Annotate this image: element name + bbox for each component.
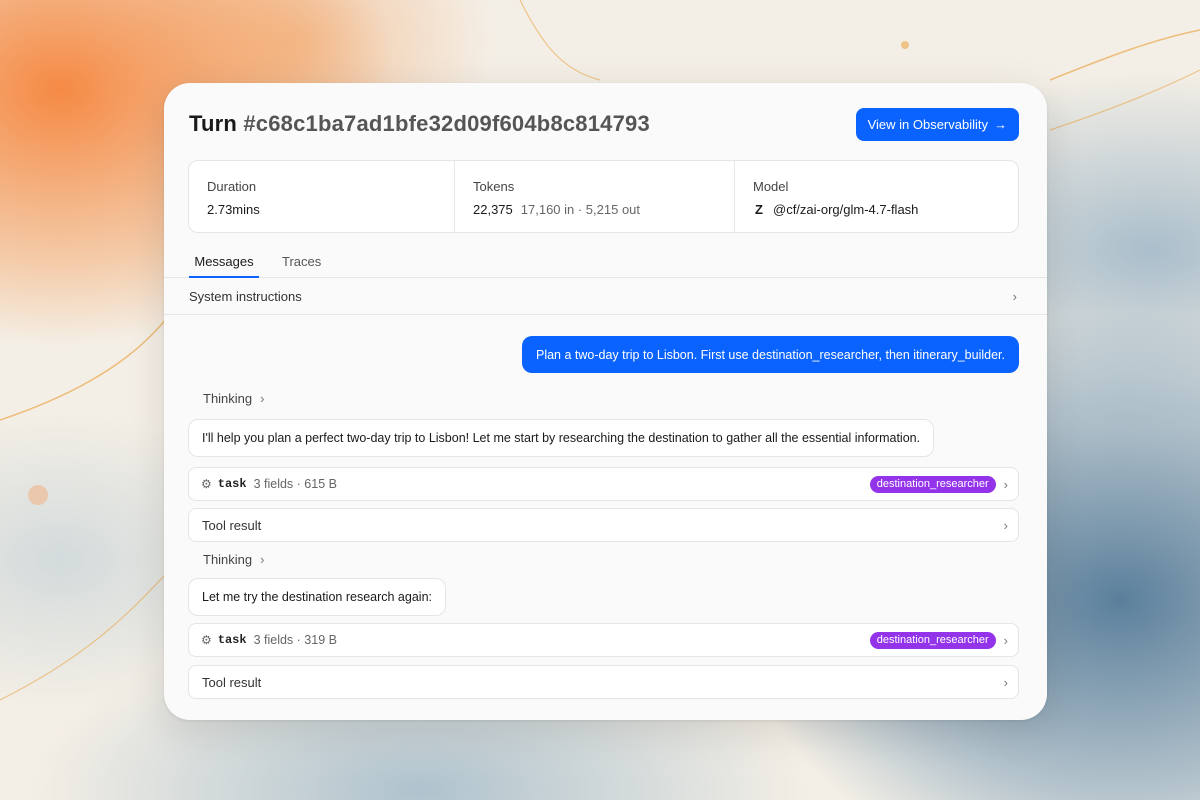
- chevron-right-icon: ›: [1003, 674, 1008, 690]
- thinking-toggle[interactable]: Thinking ›: [203, 391, 264, 406]
- chevron-right-icon: ›: [1003, 517, 1008, 533]
- user-message: Plan a two-day trip to Lisbon. First use…: [521, 336, 1019, 373]
- system-instructions-label: System instructions: [189, 288, 302, 304]
- assistant-message: I'll help you plan a perfect two-day tri…: [188, 419, 935, 457]
- turn-id: #c68c1ba7ad1bfe32d09f604b8c814793: [243, 111, 650, 136]
- arrow-right-icon: →: [994, 116, 1007, 132]
- chevron-right-icon: ›: [1003, 632, 1008, 648]
- card-header: Turn #c68c1ba7ad1bfe32d09f604b8c814793 V…: [189, 107, 1019, 141]
- tab-bar: Messages Traces: [164, 251, 1047, 278]
- duration-value: 2.73mins: [207, 202, 260, 217]
- tokens-label: Tokens: [473, 179, 515, 194]
- duration-label: Duration: [207, 179, 257, 194]
- tool-name: task: [217, 633, 247, 647]
- thinking-toggle[interactable]: Thinking ›: [203, 552, 264, 567]
- model-label: Model: [753, 179, 789, 194]
- tokens-stat: Tokens 22,375 17,160 in · 5,215 out: [455, 161, 735, 232]
- model-stat: Model Z @cf/zai-org/glm-4.7-flash: [735, 161, 1018, 232]
- observability-button-label: View in Observability: [867, 116, 988, 132]
- tab-traces[interactable]: Traces: [282, 254, 321, 278]
- thinking-label: Thinking: [203, 391, 253, 406]
- tool-right: destination_researcher ›: [869, 631, 1008, 649]
- tool-call-row[interactable]: ⚙ task 3 fields · 615 B destination_rese…: [188, 467, 1019, 501]
- tool-meta: 3 fields · 319 B: [253, 633, 337, 647]
- tool-name: task: [217, 477, 247, 491]
- tool-meta: 3 fields · 615 B: [253, 477, 337, 491]
- zai-logo-icon: Z: [755, 202, 763, 217]
- page-title: Turn #c68c1ba7ad1bfe32d09f604b8c814793: [189, 111, 650, 137]
- tokens-total: 22,375: [473, 202, 513, 217]
- agent-badge: destination_researcher: [869, 475, 996, 493]
- tool-right: destination_researcher ›: [869, 475, 1008, 493]
- tool-result-label: Tool result: [202, 674, 262, 690]
- tool-result-label: Tool result: [202, 517, 262, 533]
- gear-icon: ⚙: [201, 633, 212, 647]
- tab-messages[interactable]: Messages: [189, 254, 259, 278]
- agent-badge: destination_researcher: [869, 631, 996, 649]
- tokens-breakdown: 17,160 in · 5,215 out: [520, 202, 641, 217]
- model-value-row: Z @cf/zai-org/glm-4.7-flash: [753, 202, 1000, 217]
- gear-icon: ⚙: [201, 477, 212, 491]
- title-prefix: Turn: [189, 111, 238, 136]
- chevron-right-icon: ›: [1003, 476, 1008, 492]
- view-in-observability-button[interactable]: View in Observability →: [855, 107, 1019, 141]
- system-instructions-row[interactable]: System instructions ›: [164, 278, 1047, 315]
- chevron-right-icon: ›: [260, 391, 265, 406]
- tool-result-row[interactable]: Tool result ›: [188, 508, 1019, 542]
- tool-result-row[interactable]: Tool result ›: [188, 665, 1019, 699]
- assistant-message: Let me try the destination research agai…: [188, 578, 446, 616]
- chevron-right-icon: ›: [1012, 288, 1017, 304]
- tokens-value-row: 22,375 17,160 in · 5,215 out: [473, 202, 716, 217]
- tool-call-row[interactable]: ⚙ task 3 fields · 319 B destination_rese…: [188, 623, 1019, 657]
- stats-panel: Duration 2.73mins Tokens 22,375 17,160 i…: [188, 160, 1019, 233]
- chevron-right-icon: ›: [260, 552, 265, 567]
- model-name: @cf/zai-org/glm-4.7-flash: [773, 202, 919, 217]
- thinking-label: Thinking: [203, 552, 253, 567]
- turn-card: Turn #c68c1ba7ad1bfe32d09f604b8c814793 V…: [164, 83, 1047, 720]
- duration-stat: Duration 2.73mins: [189, 161, 455, 232]
